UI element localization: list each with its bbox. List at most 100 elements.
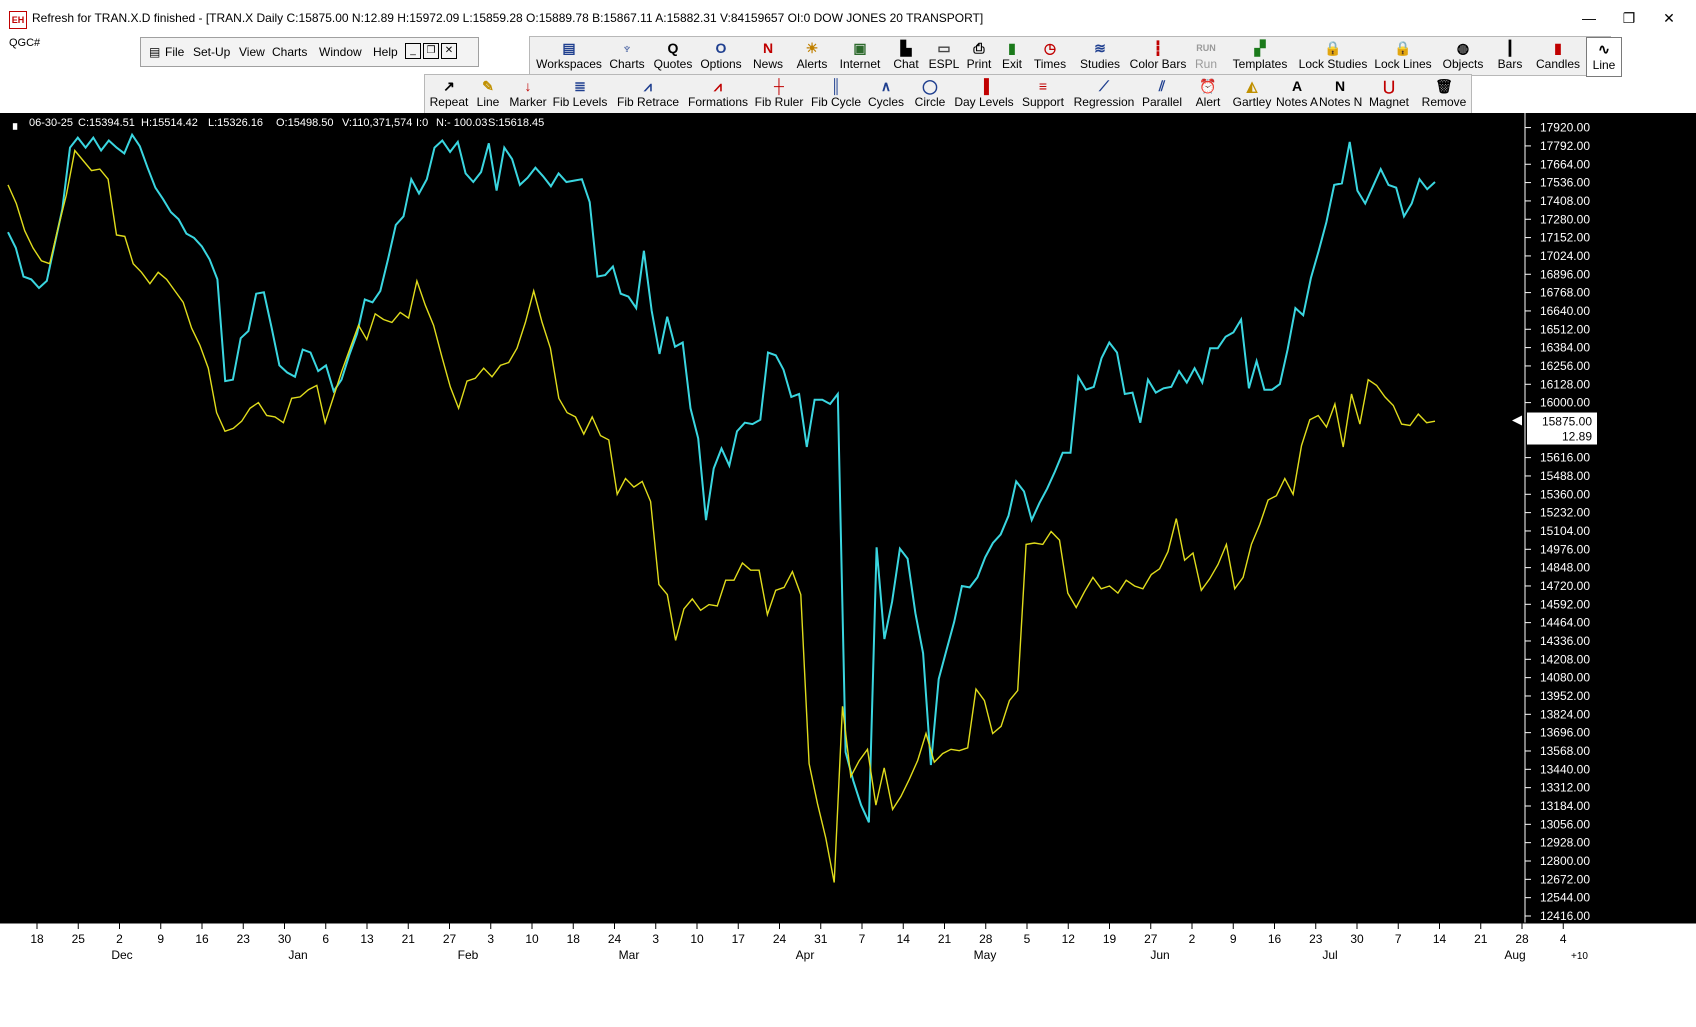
toolbar-button-label: Options [700,57,742,71]
toolbar-candles-button[interactable]: ▮ Candles [1530,37,1586,75]
alert-icon: ⏰ [1199,78,1217,94]
toolbar-charts-button[interactable]: ♆ Charts [604,37,650,75]
magnet-icon: ⋃ [1383,78,1395,94]
toolbar-internet-button[interactable]: ▣ Internet [834,37,886,75]
espl-icon: ▭ [937,40,951,56]
y-tick-label: 14976.00 [1540,542,1590,556]
mdi-close-button[interactable]: ✕ [441,43,457,59]
toolbar-bars-button[interactable]: ┃ Bars [1490,37,1530,75]
drawing-notes-a-button[interactable]: A Notes A [1275,75,1319,113]
mdi-minimize-button[interactable]: _ [405,43,421,59]
y-tick-label: 12416.00 [1540,909,1590,923]
y-tick-label: 13440.00 [1540,762,1590,776]
drawing-notes-n-button[interactable]: N Notes N [1319,75,1362,113]
toolbar-objects-button[interactable]: ◍ Objects [1436,37,1490,75]
y-tick-label: 17920.00 [1540,121,1590,135]
fib-retrace-icon: ⩘ [644,78,652,94]
drawing-fib-cycle-button[interactable]: ║ Fib Cycle [807,75,865,113]
toolbar-news-button[interactable]: N News [746,37,790,75]
toolbar-line-button[interactable]: ∿ Line [1586,37,1622,77]
x-tick-label: 3 [487,932,494,946]
y-tick-label: 16128.00 [1540,377,1590,391]
x-month-label: Jun [1150,948,1169,962]
cycles-icon: ∧ [880,78,892,94]
x-tick-label: 30 [1350,932,1364,946]
y-tick-label: 17024.00 [1540,249,1590,263]
toolbar-button-label: Studies [1079,57,1121,71]
toolbar-button-label: Magnet [1368,95,1410,109]
y-tick-label: 13568.00 [1540,744,1590,758]
menu-setup[interactable]: Set-Up [193,45,230,59]
drawing-line-button[interactable]: ✎ Line [469,75,507,113]
chat-icon: ▙ [900,40,912,56]
toolbar-alerts-button[interactable]: ☀ Alerts [790,37,834,75]
x-tick-label: 24 [608,932,622,946]
toolbar-lock-studies-button[interactable]: 🔒 Lock Studies [1296,37,1370,75]
y-tick-label: 16896.00 [1540,267,1590,281]
toolbar-espl-button[interactable]: ▭ ESPL [926,37,962,75]
toolbar-button-label: Cycles [867,95,904,109]
x-tick-label: 23 [237,932,251,946]
menu-charts[interactable]: Charts [272,45,307,59]
toolbar-button-label: ESPL [928,57,960,71]
toolbar-button-label: Gartley [1232,95,1272,109]
y-tick-label: 16384.00 [1540,341,1590,355]
symbol-box[interactable]: QGC# [9,37,40,49]
price-chart[interactable]: 17920.00 17792.00 17664.00 17536.00 17408.00… [0,113,1696,1024]
drawing-gartley-button[interactable]: ◭ Gartley [1229,75,1275,113]
info-field: I:0 [416,117,429,129]
restore-button[interactable]: ❐ [1614,8,1644,28]
drawing-circle-button[interactable]: ◯ Circle [907,75,953,113]
toolbar-chat-button[interactable]: ▙ Chat [886,37,926,75]
series-line-compare [7,148,1436,883]
toolbar-quotes-button[interactable]: Q Quotes [650,37,696,75]
toolbar-workspaces-button[interactable]: ▤ Workspaces [534,37,604,75]
y-tick-label: 14080.00 [1540,671,1590,685]
y-tick-label: 17408.00 [1540,194,1590,208]
x-tick-label: 21 [938,932,952,946]
info-field: ▖ [13,118,22,130]
toolbar-run-button[interactable]: RUN Run [1188,37,1224,75]
toolbar-button-label: Times [1033,57,1067,71]
drawing-remove-button[interactable]: 🗑 Remove [1417,75,1471,113]
x-tick-label: 27 [1144,932,1158,946]
info-field: V:110,371,574 [342,117,413,129]
menu-file[interactable]: File [165,45,184,59]
drawing-regression-button[interactable]: ⟋ Regression [1071,75,1137,113]
toolbar-options-button[interactable]: O Options [696,37,746,75]
toolbar-templates-button[interactable]: ▞ Templates [1224,37,1296,75]
menu-window[interactable]: Window [319,45,362,59]
x-tick-label: 10 [690,932,704,946]
toolbar-button-label: Line [476,95,500,109]
drawing-alert-button[interactable]: ⏰ Alert [1187,75,1229,113]
toolbar-color-bars-button[interactable]: ┇ Color Bars [1128,37,1188,75]
drawing-magnet-button[interactable]: ⋃ Magnet [1361,75,1417,113]
drawing-cycles-button[interactable]: ∧ Cycles [865,75,907,113]
drawing-fib-retrace-button[interactable]: ⩘ Fib Retrace [611,75,685,113]
drawing-marker-button[interactable]: ↓ Marker [507,75,549,113]
toolbar-lock-lines-button[interactable]: 🔒 Lock Lines [1370,37,1436,75]
drawing-parallel-button[interactable]: ⫽ Parallel [1137,75,1187,113]
drawing-fib-levels-button[interactable]: ≣ Fib Levels [549,75,611,113]
drawing-day-levels-button[interactable]: ▐ Day Levels [953,75,1015,113]
toolbar-exit-button[interactable]: ▮ Exit [996,37,1028,75]
toolbar-times-button[interactable]: ◷ Times [1028,37,1072,75]
minimize-button[interactable]: — [1574,8,1604,28]
internet-icon: ▣ [853,40,867,56]
close-button[interactable]: ✕ [1654,8,1684,28]
menu-bar: ▤ File Set-Up View Charts Window Help _ … [140,37,479,67]
mdi-restore-button[interactable]: ❐ [423,43,439,59]
y-tick-label: 13312.00 [1540,781,1590,795]
menu-view[interactable]: View [239,45,265,59]
toolbar-studies-button[interactable]: ≋ Studies [1072,37,1128,75]
toolbar-print-button[interactable]: ⎙ Print [962,37,996,75]
drawing-fib-ruler-button[interactable]: ┼ Fib Ruler [751,75,807,113]
drawing-support-button[interactable]: ≡ Support [1015,75,1071,113]
last-change-label: 12.89 [1562,430,1592,444]
menu-help[interactable]: Help [373,45,398,59]
chart-panel[interactable]: 17920.00 17792.00 17664.00 17536.00 17408.00… [0,113,1696,1024]
drawing-repeat-button[interactable]: ↗ Repeat [429,75,469,113]
y-tick-label: 17792.00 [1540,139,1590,153]
drawing-formations-button[interactable]: ⩘ Formations [685,75,751,113]
line-icon: ∿ [1598,41,1610,57]
